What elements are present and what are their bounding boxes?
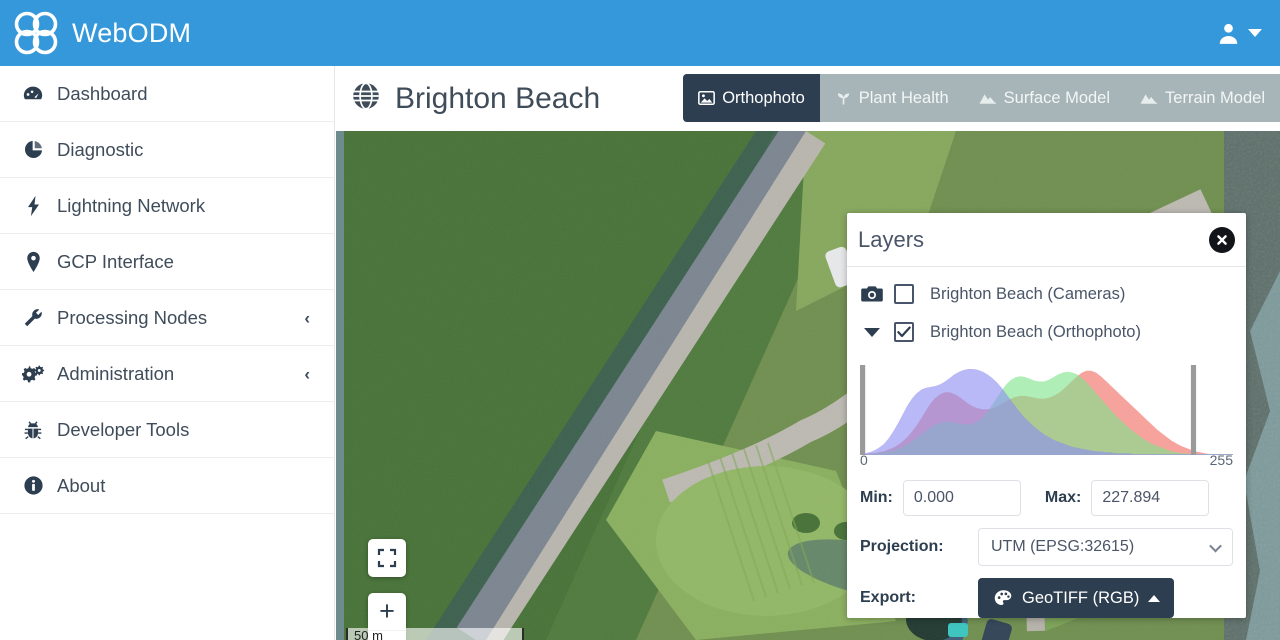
info-circle-icon	[20, 475, 46, 496]
export-label: Export:	[860, 589, 916, 606]
tab-terrain-model[interactable]: Terrain Model	[1125, 74, 1280, 122]
caret-up-icon	[1148, 594, 1161, 602]
chevron-left-icon[interactable]: ‹	[304, 365, 310, 382]
palette-icon	[994, 590, 1012, 606]
projection-label: Projection:	[860, 538, 944, 555]
export-row: Export: GeoTIFF (RGB)	[847, 578, 1246, 618]
brand-name: WebODM	[72, 17, 192, 48]
caret-down-icon	[1248, 29, 1262, 37]
histogram-chart	[860, 365, 1233, 455]
seedling-icon	[837, 93, 849, 105]
max-input[interactable]: 227.894	[1091, 480, 1210, 516]
sidebar-item-about[interactable]: About	[0, 458, 334, 514]
max-label: Max:	[1044, 489, 1082, 506]
scale-bar: 50 m	[346, 628, 524, 640]
brand-logo-group[interactable]: WebODM	[0, 9, 191, 57]
bug-icon	[20, 419, 46, 441]
sidebar-item-developer-tools[interactable]: Developer Tools	[0, 402, 334, 458]
sidebar-item-label: GCP Interface	[57, 250, 174, 272]
map-marker-icon	[20, 251, 46, 273]
bolt-icon	[20, 195, 46, 217]
sidebar-item-gcp-interface[interactable]: GCP Interface	[0, 234, 334, 290]
min-label: Min:	[860, 489, 893, 506]
export-button[interactable]: GeoTIFF (RGB)	[978, 578, 1175, 618]
close-icon[interactable]	[1209, 226, 1235, 253]
four-circles-logo	[14, 11, 58, 55]
layer-row-orthophoto[interactable]: Brighton Beach (Orthophoto)	[847, 313, 1246, 351]
tachometer-icon	[20, 83, 46, 105]
zoom-in-button[interactable]: +	[368, 593, 406, 631]
tab-label: Terrain Model	[1165, 88, 1265, 107]
tab-orthophoto[interactable]: Orthophoto	[683, 74, 820, 122]
sidebar-item-label: Dashboard	[57, 82, 148, 104]
sidebar-item-label: About	[57, 474, 106, 496]
expand-icon	[377, 548, 397, 568]
layers-panel: Layers Brighton Beach (Cameras) Brighton…	[847, 213, 1246, 618]
sidebar-item-label: Developer Tools	[57, 418, 190, 440]
mountain-icon	[979, 94, 996, 104]
layers-panel-title: Layers	[858, 226, 925, 252]
sidebar-empty-space	[0, 514, 334, 634]
camera-icon	[860, 285, 884, 303]
top-header-bar: WebODM	[0, 0, 1280, 66]
user-menu[interactable]	[1216, 21, 1280, 46]
triangle-down-icon[interactable]	[860, 327, 884, 337]
layer-checkbox-orthophoto[interactable]	[894, 322, 914, 342]
min-max-row: Min: 0.000 Max: 227.894	[847, 480, 1246, 516]
sidebar-item-dashboard[interactable]: Dashboard	[0, 66, 334, 122]
layer-name: Brighton Beach (Orthophoto)	[930, 322, 1141, 341]
globe-icon	[350, 80, 382, 117]
chevron-left-icon[interactable]: ‹	[304, 309, 310, 326]
sidebar-item-diagnostic[interactable]: Diagnostic	[0, 122, 334, 178]
sidebar-item-processing-nodes[interactable]: Processing Nodes ‹	[0, 290, 334, 346]
tab-label: Orthophoto	[722, 88, 805, 107]
chevron-down-icon	[1209, 539, 1222, 553]
tab-surface-model[interactable]: Surface Model	[964, 74, 1125, 122]
view-tabs: Orthophoto Plant Health Surface Model Te…	[683, 74, 1280, 122]
gears-icon	[20, 363, 46, 385]
sidebar-item-label: Administration	[57, 362, 175, 384]
sidebar-item-label: Diagnostic	[57, 138, 144, 160]
histogram-axis-min: 0	[860, 452, 868, 468]
export-value: GeoTIFF (RGB)	[1022, 588, 1140, 607]
wrench-icon	[20, 307, 46, 329]
layer-name: Brighton Beach (Cameras)	[930, 284, 1126, 303]
mountain-icon	[1140, 94, 1158, 104]
sidebar-item-label: Processing Nodes	[57, 306, 208, 328]
user-avatar-icon	[1219, 23, 1238, 44]
main-content: Brighton Beach Orthophoto Plant Health S…	[336, 66, 1280, 640]
pie-chart-icon	[20, 139, 46, 160]
project-header: Brighton Beach Orthophoto Plant Health S…	[336, 66, 1280, 131]
layers-panel-header: Layers	[847, 213, 1246, 267]
tab-label: Plant Health	[858, 88, 949, 107]
histogram[interactable]: 0 255	[860, 363, 1233, 468]
tab-plant-health[interactable]: Plant Health	[820, 74, 964, 122]
sidebar-item-administration[interactable]: Administration ‹	[0, 346, 334, 402]
projection-select[interactable]: UTM (EPSG:32615)	[978, 528, 1233, 566]
histogram-axis-max: 255	[1209, 452, 1233, 468]
image-icon	[698, 90, 716, 106]
page-title: Brighton Beach	[395, 81, 601, 115]
map-viewport[interactable]: + − 50 m Layers	[336, 131, 1280, 640]
layer-checkbox-cameras[interactable]	[894, 284, 914, 304]
projection-value: UTM (EPSG:32615)	[991, 538, 1135, 555]
sidebar: Dashboard Diagnostic Lightning Network G…	[0, 66, 335, 640]
sidebar-item-lightning-network[interactable]: Lightning Network	[0, 178, 334, 234]
fullscreen-button[interactable]	[368, 539, 406, 577]
tab-label: Surface Model	[1003, 88, 1111, 107]
min-input[interactable]: 0.000	[902, 480, 1021, 516]
projection-row: Projection: UTM (EPSG:32615)	[847, 528, 1246, 566]
sidebar-item-label: Lightning Network	[57, 194, 206, 216]
layer-row-cameras[interactable]: Brighton Beach (Cameras)	[847, 275, 1246, 313]
